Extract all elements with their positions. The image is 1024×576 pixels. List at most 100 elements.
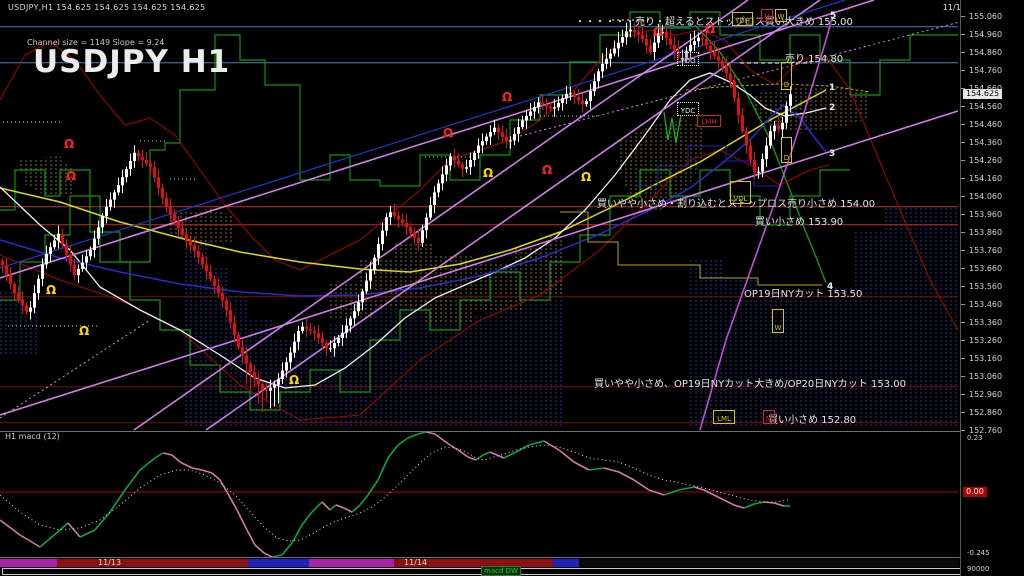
macd-main-line: [247, 530, 255, 545]
macd-main-line: [163, 453, 172, 455]
level-annotation-text: 買い小さめ 153.90: [755, 213, 843, 228]
axis-tick: [961, 16, 965, 17]
macd-main-line: [764, 502, 774, 503]
macd-main-line: [559, 450, 574, 462]
tag-box-lml: LML: [713, 410, 735, 424]
macd-main-line: [180, 462, 192, 468]
macd-main-line: [192, 468, 202, 470]
macd-main-line: [282, 543, 292, 555]
axis-tick: [961, 106, 965, 107]
macd-main-line: [504, 452, 516, 458]
price-axis-label: 152.860: [969, 408, 1002, 417]
macd-dw-label: macd DW: [481, 566, 521, 576]
axis-tick: [961, 196, 965, 197]
macd-main-line: [426, 432, 435, 434]
macd-main-line: [418, 432, 426, 434]
macd-main-line: [80, 530, 95, 537]
price-axis[interactable]: 154.625 0.00 0.23 -0.245 90000 155.06015…: [960, 0, 1024, 576]
omega-marker: Ω: [483, 167, 493, 179]
axis-tick: [961, 124, 965, 125]
macd-scale-sub: 90000: [967, 565, 989, 573]
macd-main-line: [60, 523, 68, 530]
axis-tick: [961, 304, 965, 305]
macd-main-line: [255, 545, 264, 553]
level-annotation-text: 売り 154.80: [785, 50, 843, 65]
macd-main-line: [125, 470, 140, 490]
price-axis-label: 153.260: [969, 336, 1002, 345]
macd-main-line: [0, 520, 20, 535]
macd-main-line: [40, 530, 60, 547]
price-axis-label: 152.760: [969, 426, 1002, 435]
macd-main-line: [529, 441, 544, 445]
ribbon-segment: [579, 559, 958, 567]
macd-main-line: [360, 495, 368, 505]
macd-main-line: [714, 495, 724, 500]
macd-main-line: [220, 480, 227, 492]
macd-main-line: [450, 445, 458, 450]
omega-marker: Ω: [66, 170, 76, 182]
price-axis-label: 154.960: [969, 30, 1002, 39]
price-axis-label: 154.360: [969, 138, 1002, 147]
axis-tick: [961, 268, 965, 269]
price-axis-label: 154.860: [969, 48, 1002, 57]
omega-marker: Ω: [542, 164, 552, 176]
tag-box-w: W: [772, 309, 784, 333]
macd-main-line: [95, 512, 110, 530]
axis-tick: [961, 232, 965, 233]
tag-box-vdl: VDL: [730, 181, 751, 204]
macd-main-line: [544, 441, 559, 450]
projection-number-4: 4: [827, 282, 833, 292]
macd-main-line: [227, 492, 237, 510]
axis-tick: [961, 250, 965, 251]
macd-main-line: [490, 452, 497, 455]
tag-box-d: D: [781, 62, 792, 90]
macd-main-line: [344, 508, 352, 512]
price-axis-label: 154.160: [969, 174, 1002, 183]
axis-tick: [961, 286, 965, 287]
trading-chart-window: USDJPY,H1 154.625 154.625 154.625 154.62…: [0, 0, 1024, 576]
level-annotation-text: 買いやや小さめ、OP19日NYカット大きめ/OP20日NYカット 153.00: [594, 375, 906, 390]
tag-box-ydc: YDC: [677, 102, 699, 116]
price-axis-label: 154.460: [969, 120, 1002, 129]
omega-marker: Ω: [79, 325, 89, 337]
macd-main-line: [574, 462, 589, 470]
macd-main-line: [734, 505, 744, 508]
axis-tick: [961, 376, 965, 377]
macd-main-line: [302, 512, 312, 525]
ribbon-segment: [0, 559, 57, 567]
macd-scale-top: 0.23: [967, 434, 983, 442]
chart-title: USDJPY H1: [33, 44, 230, 80]
ribbon-segment: [248, 559, 309, 567]
macd-main-line: [20, 535, 40, 547]
tag-box-d: D: [781, 137, 792, 163]
macd-main-line: [458, 450, 468, 457]
date-axis-label: 11/13: [98, 558, 121, 567]
price-axis-label: 153.060: [969, 372, 1002, 381]
macd-main-line: [388, 445, 398, 458]
macd-main-line: [140, 458, 155, 470]
tag-box-m: M: [763, 410, 775, 424]
axis-tick: [961, 142, 965, 143]
price-axis-label: 153.760: [969, 246, 1002, 255]
macd-main-line: [292, 525, 302, 543]
axis-tick: [961, 178, 965, 179]
price-axis-label: 154.060: [969, 192, 1002, 201]
cloud-region: [688, 206, 958, 428]
macd-main-line: [754, 502, 764, 504]
chart-canvas[interactable]: [0, 0, 1024, 576]
ribbon-window-separator[interactable]: [0, 557, 960, 558]
macd-main-line: [68, 523, 80, 537]
price-axis-label: 153.360: [969, 318, 1002, 327]
price-axis-label: 153.660: [969, 264, 1002, 273]
price-axis-label: 153.560: [969, 282, 1002, 291]
axis-tick: [961, 160, 965, 161]
macd-main-line: [443, 440, 450, 445]
macd-main-line: [212, 473, 220, 480]
level-annotation-text: 買い小さめ 152.80: [768, 411, 856, 426]
price-axis-label: 153.460: [969, 300, 1002, 309]
macd-indicator-label: H1 macd (12): [5, 432, 60, 441]
cloud-region: [754, 85, 870, 133]
macd-main-line: [435, 434, 443, 440]
macd-window-separator[interactable]: [0, 431, 960, 432]
macd-main-line: [237, 510, 247, 530]
